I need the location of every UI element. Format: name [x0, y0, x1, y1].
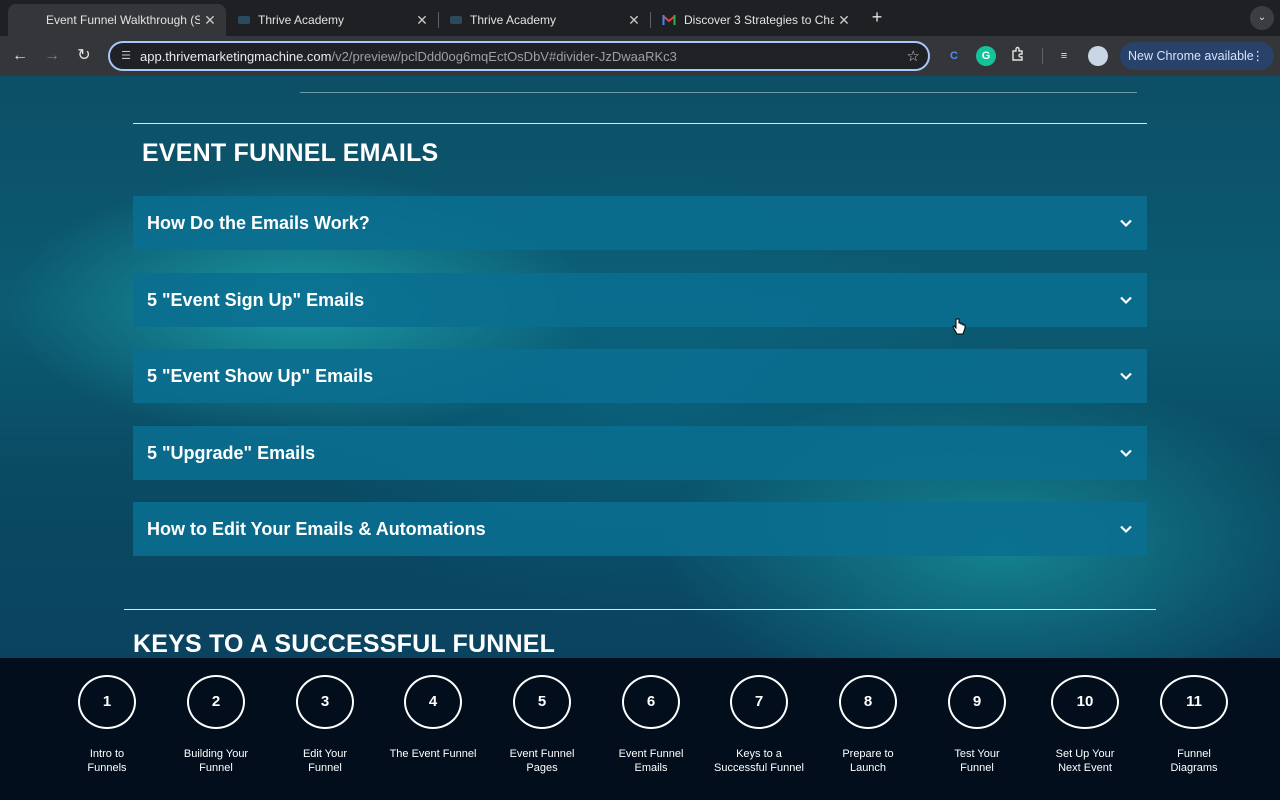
step-number: 8: [839, 675, 897, 729]
tab-search-button[interactable]: ⌄: [1250, 6, 1274, 30]
section-divider: [133, 123, 1147, 124]
section-title: EVENT FUNNEL EMAILS: [142, 139, 439, 167]
step-8[interactable]: 8 Prepare to Launch: [813, 675, 923, 795]
step-10[interactable]: 10 Set Up Your Next Event: [1030, 675, 1140, 795]
browser-toolbar: ← → ↻ ☰ app.thrivemarketingmachine.com/v…: [0, 36, 1280, 76]
step-caption: Funnel Diagrams: [1170, 748, 1218, 774]
url-host: app.thrivemarketingmachine.com: [140, 49, 332, 64]
step-caption: Event Funnel Emails: [618, 748, 684, 774]
tab-thrive-academy-2[interactable]: Thrive Academy ✕: [438, 4, 650, 36]
step-caption: Event Funnel Pages: [509, 748, 575, 774]
accordion-label: 5 "Upgrade" Emails: [147, 442, 316, 463]
tab-thrive-academy-1[interactable]: Thrive Academy ✕: [226, 4, 438, 36]
accordion-item-upgrade[interactable]: 5 "Upgrade" Emails: [133, 426, 1147, 480]
step-caption: Set Up Your Next Event: [1055, 748, 1115, 774]
section-divider: [124, 609, 1156, 610]
update-chrome-button[interactable]: New Chrome available ⋮: [1120, 42, 1274, 70]
step-7[interactable]: 7 Keys to a Successful Funnel: [704, 675, 814, 795]
accordion-label: 5 "Event Sign Up" Emails: [147, 289, 365, 310]
reload-icon[interactable]: ↻: [72, 44, 96, 68]
step-caption: Test Your Funnel: [954, 748, 1000, 774]
accordion-label: 5 "Event Show Up" Emails: [147, 365, 374, 386]
accordion-label: How to Edit Your Emails & Automations: [147, 518, 486, 539]
tab-title: Discover 3 Strategies to Char: [684, 13, 834, 27]
url-text[interactable]: app.thrivemarketingmachine.com/v2/previe…: [140, 49, 677, 64]
puzzle-extensions-icon[interactable]: [1008, 46, 1028, 66]
step-4[interactable]: 4 The Event Funnel: [378, 675, 488, 795]
step-caption: Building Your Funnel: [183, 748, 249, 774]
step-number: 4: [404, 675, 462, 729]
new-tab-button[interactable]: +: [866, 6, 888, 28]
tab-title: Event Funnel Walkthrough (S: [46, 13, 200, 27]
chevron-down-icon: [1120, 296, 1132, 305]
step-9[interactable]: 9 Test Your Funnel: [922, 675, 1032, 795]
grammarly-icon[interactable]: G: [976, 46, 996, 66]
hand-cursor-icon: [952, 318, 966, 335]
step-6[interactable]: 6 Event Funnel Emails: [596, 675, 706, 795]
url-path: /v2/preview/pclDdd0og6mqEctOsDbV#divider…: [331, 49, 677, 64]
bookmark-star-icon[interactable]: ☆: [907, 47, 920, 65]
site-info-icon[interactable]: ☰: [118, 48, 134, 64]
step-caption: Edit Your Funnel: [302, 748, 348, 774]
step-caption: Keys to a Successful Funnel: [714, 748, 804, 774]
close-icon[interactable]: ✕: [624, 12, 644, 29]
step-number: 11: [1160, 675, 1228, 729]
site-favicon-icon: [450, 16, 462, 24]
step-number: 3: [296, 675, 354, 729]
step-1[interactable]: 1 Intro to Funnels: [52, 675, 162, 795]
step-5[interactable]: 5 Event Funnel Pages: [487, 675, 597, 795]
profile-avatar[interactable]: [1088, 46, 1108, 66]
step-3[interactable]: 3 Edit Your Funnel: [270, 675, 380, 795]
forward-arrow-icon[interactable]: →: [40, 44, 64, 68]
toolbar-divider: [1042, 48, 1043, 64]
step-number: 9: [948, 675, 1006, 729]
close-icon[interactable]: ✕: [412, 12, 432, 29]
chevron-down-icon: [1120, 219, 1132, 228]
close-icon[interactable]: ✕: [834, 12, 854, 29]
chevron-down-icon: [1120, 525, 1132, 534]
accordion-item-edit-emails[interactable]: How to Edit Your Emails & Automations: [133, 502, 1147, 556]
tab-title: Thrive Academy: [258, 13, 345, 27]
chevron-down-icon: [1120, 372, 1132, 381]
gmail-icon: [662, 14, 676, 26]
next-section-title: KEYS TO A SUCCESSFUL FUNNEL: [133, 630, 556, 658]
address-bar[interactable]: ☰ app.thrivemarketingmachine.com/v2/prev…: [108, 41, 930, 71]
site-favicon-icon: [238, 16, 250, 24]
step-number: 6: [622, 675, 680, 729]
tab-event-funnel[interactable]: Event Funnel Walkthrough (S ✕: [8, 4, 226, 36]
step-2[interactable]: 2 Building Your Funnel: [161, 675, 271, 795]
extension-c-icon[interactable]: C: [944, 46, 964, 66]
menu-kebab-icon: ⋮: [1251, 49, 1265, 63]
close-icon[interactable]: ✕: [200, 12, 220, 29]
step-11[interactable]: 11 Funnel Diagrams: [1139, 675, 1249, 795]
tab-strip: Event Funnel Walkthrough (S ✕ Thrive Aca…: [0, 0, 1280, 36]
tab-gmail[interactable]: Discover 3 Strategies to Char ✕: [650, 4, 860, 36]
step-number: 10: [1051, 675, 1119, 729]
accordion-item-event-show-up[interactable]: 5 "Event Show Up" Emails: [133, 349, 1147, 403]
step-navigation: 1 Intro to Funnels 2 Building Your Funne…: [0, 658, 1280, 800]
step-caption: Intro to Funnels: [87, 748, 127, 774]
step-caption: Prepare to Launch: [842, 748, 894, 774]
back-arrow-icon[interactable]: ←: [8, 44, 32, 68]
step-number: 5: [513, 675, 571, 729]
accordion-item-how-emails-work[interactable]: How Do the Emails Work?: [133, 196, 1147, 250]
tab-title: Thrive Academy: [470, 13, 557, 27]
accordion-label: How Do the Emails Work?: [147, 212, 370, 233]
accordion-item-event-sign-up[interactable]: 5 "Event Sign Up" Emails: [133, 273, 1147, 327]
reading-list-icon[interactable]: ≡: [1054, 46, 1074, 66]
divider-top: [300, 92, 1137, 93]
step-number: 7: [730, 675, 788, 729]
update-chrome-label: New Chrome available: [1128, 49, 1254, 63]
step-caption: The Event Funnel: [389, 748, 477, 760]
chevron-down-icon: [1120, 449, 1132, 458]
step-number: 1: [78, 675, 136, 729]
page-content: EVENT FUNNEL EMAILS How Do the Emails Wo…: [0, 76, 1280, 658]
step-number: 2: [187, 675, 245, 729]
